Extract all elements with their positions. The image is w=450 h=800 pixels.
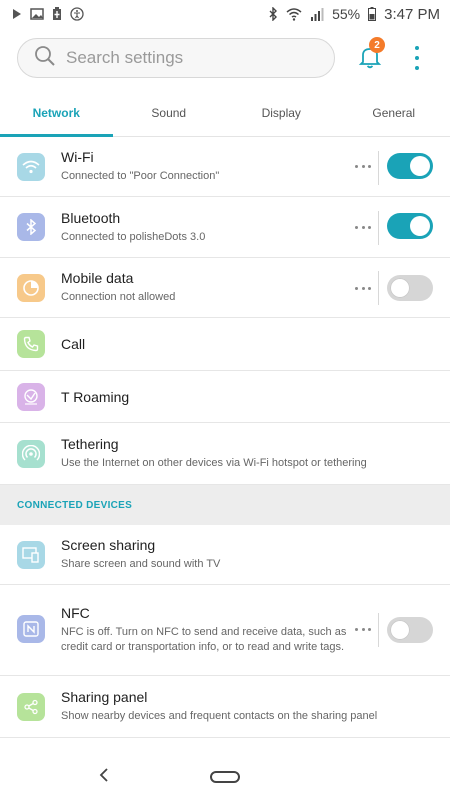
wifi-toggle[interactable] — [387, 153, 433, 179]
wifi-text: Wi-Fi Connected to "Poor Connection" — [61, 149, 219, 184]
mobile-data-more-icon[interactable] — [355, 287, 371, 290]
divider — [378, 151, 379, 185]
tethering-title: Tethering — [61, 436, 119, 452]
wifi-title: Wi-Fi — [61, 149, 94, 165]
divider — [378, 271, 379, 305]
notification-badge: 2 — [369, 37, 385, 53]
nfc-more-icon[interactable] — [355, 628, 371, 631]
tab-network[interactable]: Network — [0, 95, 113, 137]
mobile-data-text: Mobile data Connection not allowed — [61, 270, 175, 305]
clock: 3:47 PM — [384, 5, 440, 23]
settings-tabs: Network Sound Display General — [0, 95, 450, 137]
t-roaming-text: T Roaming — [61, 389, 129, 405]
bluetooth-status-icon — [268, 7, 278, 21]
screen-sharing-text: Screen sharing Share screen and sound wi… — [61, 537, 220, 572]
navigation-bar — [0, 754, 450, 800]
nfc-subtitle: NFC is off. Turn on NFC to send and rece… — [61, 626, 347, 653]
wifi-subtitle: Connected to "Poor Connection" — [61, 170, 220, 182]
call-text: Call — [61, 336, 85, 352]
nfc-text: NFC NFC is off. Turn on NFC to send and … — [61, 605, 351, 655]
list-item-mobile-data[interactable]: Mobile data Connection not allowed — [0, 258, 450, 318]
home-button[interactable] — [210, 771, 240, 783]
search-icon — [34, 45, 56, 72]
tab-display[interactable]: Display — [225, 95, 338, 136]
list-item-screen-sharing[interactable]: Screen sharing Share screen and sound wi… — [0, 525, 450, 585]
roaming-icon — [17, 383, 45, 411]
divider — [378, 613, 379, 647]
signal-icon — [310, 7, 324, 21]
status-bar-left — [12, 7, 84, 21]
battery-percentage: 55% — [332, 6, 361, 22]
status-bar: 55% 3:47 PM — [0, 0, 450, 28]
tethering-text: Tethering Use the Internet on other devi… — [61, 436, 367, 471]
section-header-connected-devices: CONNECTED DEVICES — [0, 485, 450, 525]
back-icon[interactable] — [98, 767, 110, 788]
settings-list: Wi-Fi Connected to "Poor Connection" Blu… — [0, 137, 450, 782]
sharing-panel-title: Sharing panel — [61, 689, 148, 705]
tab-sound[interactable]: Sound — [113, 95, 226, 136]
list-item-call[interactable]: Call — [0, 318, 450, 371]
screen-sharing-title: Screen sharing — [61, 537, 156, 553]
mobile-data-icon — [17, 274, 45, 302]
search-placeholder: Search settings — [66, 48, 184, 67]
wifi-status-icon — [286, 7, 302, 21]
list-item-bluetooth[interactable]: Bluetooth Connected to polisheDots 3.0 — [0, 197, 450, 258]
call-title: Call — [61, 336, 86, 352]
t-roaming-title: T Roaming — [61, 388, 130, 405]
nfc-toggle[interactable] — [387, 617, 433, 643]
search-row: Search settings 2 — [17, 37, 437, 78]
play-icon — [12, 8, 22, 20]
search-input[interactable]: Search settings — [17, 38, 335, 78]
bluetooth-icon — [17, 213, 45, 241]
sharing-panel-subtitle: Show nearby devices and frequent contact… — [61, 710, 378, 722]
list-item-wifi[interactable]: Wi-Fi Connected to "Poor Connection" — [0, 137, 450, 197]
screen-share-icon — [17, 541, 45, 569]
bluetooth-subtitle: Connected to polisheDots 3.0 — [61, 230, 206, 243]
bluetooth-text: Bluetooth Connected to polisheDots 3.0 — [61, 210, 205, 245]
mobile-data-subtitle: Connection not allowed — [61, 291, 176, 303]
nfc-icon — [17, 615, 45, 643]
tab-general[interactable]: General — [338, 95, 450, 136]
mobile-data-title: Mobile data — [61, 270, 134, 286]
list-item-tethering[interactable]: Tethering Use the Internet on other devi… — [0, 423, 450, 485]
screen-sharing-subtitle: Share screen and sound with TV — [61, 558, 221, 570]
more-options-icon[interactable] — [413, 46, 421, 70]
divider — [378, 211, 379, 245]
status-bar-right: 55% 3:47 PM — [268, 6, 440, 23]
battery-icon — [368, 7, 377, 21]
bluetooth-title: Bluetooth — [61, 209, 121, 226]
nfc-title: NFC — [61, 605, 90, 621]
sharing-panel-text: Sharing panel Show nearby devices and fr… — [61, 689, 377, 724]
hotspot-icon — [17, 440, 45, 468]
share-icon — [17, 693, 45, 721]
tethering-subtitle: Use the Internet on other devices via Wi… — [61, 457, 367, 469]
wifi-more-icon[interactable] — [355, 165, 371, 168]
list-item-t-roaming[interactable]: T Roaming — [0, 371, 450, 423]
wifi-icon — [17, 153, 45, 181]
battery-saver-icon — [52, 7, 62, 21]
accessibility-icon — [70, 7, 84, 21]
gallery-icon — [30, 8, 44, 20]
bluetooth-toggle[interactable] — [387, 213, 433, 239]
mobile-data-toggle[interactable] — [387, 275, 433, 301]
bluetooth-more-icon[interactable] — [355, 226, 371, 229]
list-item-nfc[interactable]: NFC NFC is off. Turn on NFC to send and … — [0, 585, 450, 676]
list-item-sharing-panel[interactable]: Sharing panel Show nearby devices and fr… — [0, 676, 450, 738]
phone-icon — [17, 330, 45, 358]
